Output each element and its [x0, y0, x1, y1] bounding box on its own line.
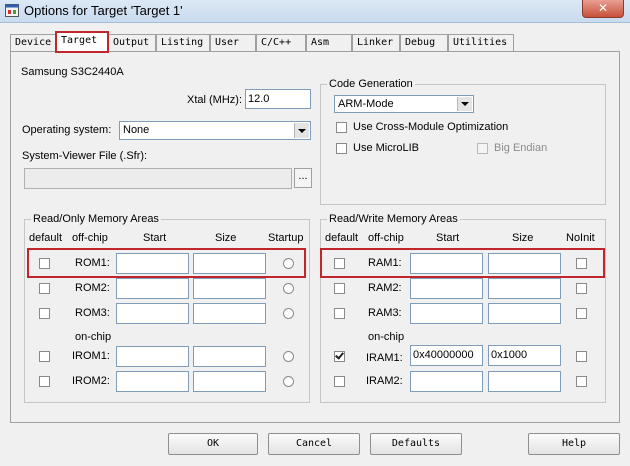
irom1-size-input[interactable] — [193, 346, 266, 367]
rom2-label: ROM2: — [75, 282, 110, 294]
ram3-start-input[interactable] — [410, 303, 483, 324]
irom2-start-input[interactable] — [116, 371, 189, 392]
defaults-button[interactable]: Defaults — [370, 433, 462, 455]
ram-onchip-label: on-chip — [368, 331, 405, 343]
irom2-default-checkbox[interactable] — [39, 376, 50, 387]
rom2-startup-radio[interactable] — [283, 283, 294, 294]
irom2-size-input[interactable] — [193, 371, 266, 392]
ram3-label: RAM3: — [368, 307, 402, 319]
iram1-start-input[interactable]: 0x40000000 — [410, 345, 483, 366]
rom2-start-input[interactable] — [116, 278, 189, 299]
tab-asm[interactable]: Asm — [306, 34, 352, 51]
ram2-start-input[interactable] — [410, 278, 483, 299]
os-select-dropdown[interactable] — [294, 123, 309, 138]
iram2-start-input[interactable] — [410, 371, 483, 392]
rom-header-startup: Startup — [268, 232, 304, 244]
ok-button[interactable]: OK — [168, 433, 258, 455]
tab-target[interactable]: Target — [55, 31, 109, 53]
code-generation-title: Code Generation — [327, 78, 415, 90]
rom1-highlight-box — [27, 248, 306, 278]
iram2-label: IRAM2: — [366, 375, 403, 387]
checkmark-icon — [335, 350, 344, 360]
rom-group-title: Read/Only Memory Areas — [31, 213, 161, 225]
microlib-checkbox[interactable] — [336, 143, 347, 154]
ram-header-default: default — [325, 232, 359, 244]
help-button[interactable]: Help — [528, 433, 620, 455]
ram2-noinit-checkbox[interactable] — [576, 283, 587, 294]
ram-header-offchip: off-chip — [368, 232, 404, 244]
tab-strip: Device Target Output Listing User C/C++ … — [10, 31, 620, 53]
irom1-start-input[interactable] — [116, 346, 189, 367]
tab-output[interactable]: Output — [108, 34, 156, 51]
tab-linker[interactable]: Linker — [352, 34, 400, 51]
code-mode-value: ARM-Mode — [338, 98, 394, 110]
rom-header-size: Size — [215, 232, 237, 244]
ram-header-size: Size — [512, 232, 534, 244]
tab-utilities[interactable]: Utilities — [448, 34, 514, 51]
iram1-size-input[interactable]: 0x1000 — [488, 345, 561, 366]
window-title: Options for Target 'Target 1' — [24, 3, 183, 18]
rom3-startup-radio[interactable] — [283, 308, 294, 319]
svd-label: System-Viewer File (.Sfr): — [22, 150, 148, 162]
rom-header-default: default — [29, 232, 63, 244]
ram-group-title: Read/Write Memory Areas — [327, 213, 460, 225]
rom2-size-input[interactable] — [193, 278, 266, 299]
os-label: Operating system: — [22, 124, 112, 136]
ram2-label: RAM2: — [368, 282, 402, 294]
cross-module-checkbox[interactable] — [336, 122, 347, 133]
svd-input[interactable] — [24, 168, 292, 189]
os-select-value: None — [123, 124, 150, 136]
app-icon — [5, 4, 19, 17]
ram3-default-checkbox[interactable] — [334, 308, 345, 319]
os-select[interactable]: None — [119, 121, 311, 140]
iram1-label: IRAM1: — [366, 352, 403, 364]
tab-c-cpp[interactable]: C/C++ — [256, 34, 306, 51]
irom2-startup-radio[interactable] — [283, 376, 294, 387]
close-icon: ✕ — [597, 1, 609, 15]
microlib-label: Use MicroLIB — [353, 142, 420, 154]
xtal-label: Xtal (MHz): — [187, 94, 242, 106]
rom-header-start: Start — [143, 232, 167, 244]
irom1-startup-radio[interactable] — [283, 351, 294, 362]
rom3-label: ROM3: — [75, 307, 110, 319]
ram2-default-checkbox[interactable] — [334, 283, 345, 294]
iram2-noinit-checkbox[interactable] — [576, 376, 587, 387]
cross-module-label: Use Cross-Module Optimization — [353, 121, 509, 133]
chevron-down-icon — [298, 128, 306, 133]
code-mode-select[interactable]: ARM-Mode — [334, 95, 474, 113]
rom3-start-input[interactable] — [116, 303, 189, 324]
rom3-size-input[interactable] — [193, 303, 266, 324]
ram1-highlight-box — [320, 248, 605, 278]
iram2-size-input[interactable] — [488, 371, 561, 392]
xtal-input[interactable]: 12.0 — [245, 89, 311, 109]
rom-header-offchip: off-chip — [72, 232, 108, 244]
ram-header-noinit: NoInit — [566, 232, 595, 244]
tab-user[interactable]: User — [210, 34, 256, 51]
tab-device[interactable]: Device — [10, 34, 56, 51]
close-button[interactable]: ✕ — [582, 0, 624, 18]
tab-debug[interactable]: Debug — [400, 34, 448, 51]
rom2-default-checkbox[interactable] — [39, 283, 50, 294]
cancel-button[interactable]: Cancel — [268, 433, 360, 455]
irom1-default-checkbox[interactable] — [39, 351, 50, 362]
iram1-default-checkbox[interactable] — [334, 350, 345, 362]
ram3-size-input[interactable] — [488, 303, 561, 324]
rom-onchip-label: on-chip — [75, 331, 112, 343]
big-endian-label: Big Endian — [494, 142, 548, 154]
iram2-default-checkbox[interactable] — [334, 376, 345, 387]
rom3-default-checkbox[interactable] — [39, 308, 50, 319]
chevron-down-icon — [461, 102, 469, 106]
tab-listing[interactable]: Listing — [156, 34, 210, 51]
ram3-noinit-checkbox[interactable] — [576, 308, 587, 319]
svd-browse-button[interactable]: ... — [294, 168, 312, 188]
ram-header-start: Start — [436, 232, 460, 244]
irom2-label: IROM2: — [72, 375, 110, 387]
device-name: Samsung S3C2440A — [21, 66, 124, 78]
big-endian-checkbox[interactable] — [477, 143, 488, 154]
iram1-noinit-checkbox[interactable] — [576, 351, 587, 362]
code-mode-dropdown[interactable] — [457, 97, 472, 111]
ram2-size-input[interactable] — [488, 278, 561, 299]
irom1-label: IROM1: — [72, 350, 110, 362]
